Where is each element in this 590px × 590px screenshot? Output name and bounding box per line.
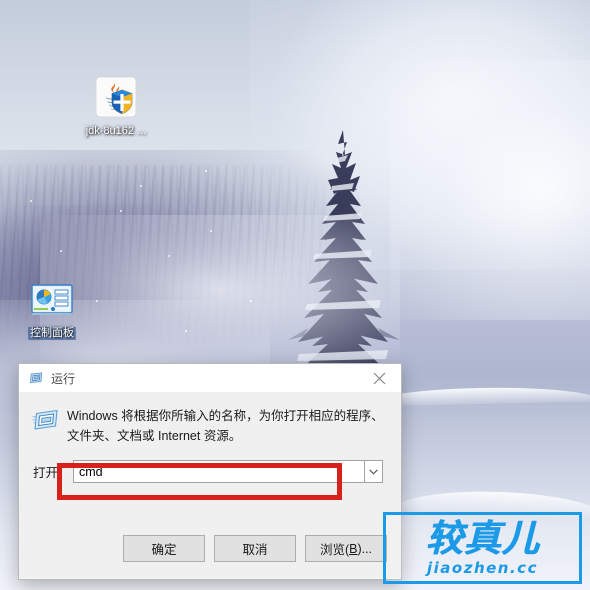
- desktop[interactable]: jdk-8u162 ... 控制面板 运行 Windows 将根据你所输入的名称…: [0, 0, 590, 590]
- snow-fleck: [120, 210, 122, 212]
- cancel-button[interactable]: 取消: [214, 535, 296, 562]
- run-dialog[interactable]: 运行 Windows 将根据你所输入的名称，为你打开相应的程序、文件夹、文档或 …: [18, 363, 402, 580]
- run-description-text: Windows 将根据你所输入的名称，为你打开相应的程序、文件夹、文档或 Int…: [67, 409, 384, 443]
- open-label: 打开: [33, 466, 59, 480]
- wallpaper-haze-right: [390, 60, 590, 320]
- run-window-icon: [30, 372, 43, 384]
- control-panel-icon: [31, 284, 73, 315]
- run-description-row: Windows 将根据你所输入的名称，为你打开相应的程序、文件夹、文档或 Int…: [19, 392, 401, 446]
- browse-button[interactable]: 浏览(B)...: [305, 535, 387, 562]
- desktop-icon-label: jdk-8u162 ...: [85, 125, 147, 137]
- snow-fleck: [205, 170, 207, 172]
- snow-fleck: [250, 300, 252, 302]
- snow-fleck: [210, 230, 212, 232]
- browse-label-prefix: 浏览(: [319, 543, 350, 557]
- run-command-input[interactable]: cmd: [73, 460, 364, 483]
- watermark: 较真儿 jiaozhen.cc: [383, 512, 582, 584]
- run-command-combobox[interactable]: cmd: [73, 460, 383, 483]
- browse-label-suffix: )...: [357, 541, 373, 556]
- snow-fleck: [30, 200, 32, 202]
- close-icon[interactable]: [357, 364, 401, 392]
- run-open-row: 打开 cmd: [19, 460, 401, 483]
- desktop-icon-control-panel[interactable]: 控制面板: [10, 275, 94, 341]
- run-dialog-titlebar[interactable]: 运行: [19, 364, 401, 392]
- watermark-domain-text: jiaozhen.cc: [427, 559, 538, 577]
- java-jdk-icon: [95, 76, 137, 118]
- snow-fleck: [168, 255, 170, 257]
- run-dialog-title: 运行: [51, 371, 76, 386]
- ok-button[interactable]: 确定: [123, 535, 205, 562]
- snow-fleck: [96, 300, 98, 302]
- snow-fleck: [60, 250, 62, 252]
- snow-fleck: [185, 330, 187, 332]
- run-dialog-body: Windows 将根据你所输入的名称，为你打开相应的程序、文件夹、文档或 Int…: [19, 392, 401, 578]
- desktop-icon-label: 控制面板: [28, 327, 76, 340]
- run-dialog-buttons: 确定 取消 浏览(B)...: [19, 535, 401, 562]
- desktop-icon-jdk[interactable]: jdk-8u162 ...: [74, 74, 158, 138]
- chevron-down-icon[interactable]: [364, 460, 383, 483]
- snow-fleck: [140, 185, 142, 187]
- browse-label-accel: B: [349, 541, 358, 556]
- run-large-icon: [29, 406, 63, 446]
- watermark-chinese-text: 较真儿: [425, 517, 540, 560]
